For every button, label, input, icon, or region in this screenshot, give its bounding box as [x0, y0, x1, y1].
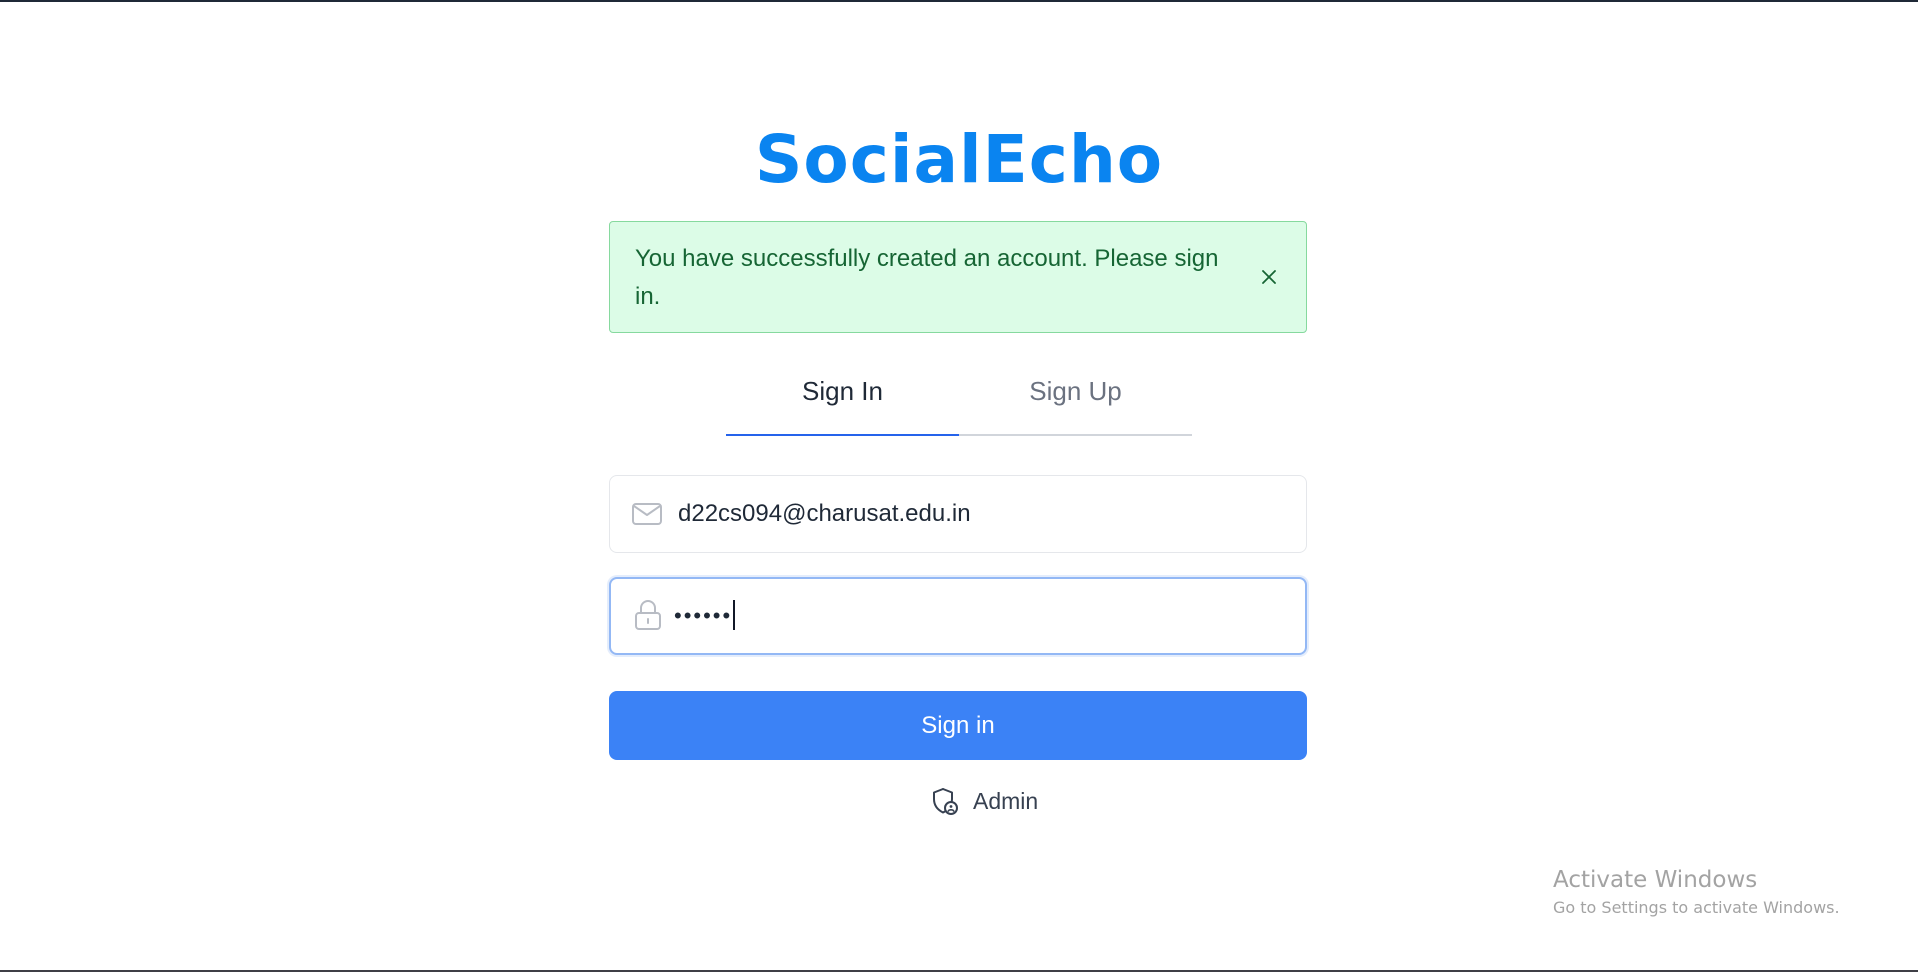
- password-dots: ••••••: [674, 603, 733, 628]
- auth-tabs: Sign In Sign Up: [726, 364, 1192, 436]
- admin-label: Admin: [973, 788, 1039, 814]
- app-logo: SocialEcho: [754, 121, 1164, 198]
- mail-icon: [632, 503, 662, 525]
- windows-activation-watermark: Activate Windows Go to Settings to activ…: [1553, 865, 1840, 921]
- watermark-subtitle: Go to Settings to activate Windows.: [1553, 898, 1840, 917]
- password-field[interactable]: ••••••: [609, 577, 1307, 655]
- password-value: ••••••: [674, 579, 736, 653]
- top-border: [0, 0, 1918, 2]
- sign-in-button[interactable]: Sign in: [609, 691, 1307, 760]
- active-tab-indicator: [726, 434, 959, 436]
- alert-message: You have successfully created an account…: [635, 245, 1219, 310]
- text-caret: [733, 600, 736, 631]
- tab-sign-in[interactable]: Sign In: [726, 364, 959, 434]
- email-field[interactable]: d22cs094@charusat.edu.in: [609, 475, 1307, 553]
- success-alert: You have successfully created an account…: [609, 221, 1307, 333]
- tab-sign-up[interactable]: Sign Up: [959, 364, 1192, 434]
- close-icon[interactable]: [1256, 264, 1282, 290]
- shield-user-icon: [933, 788, 958, 815]
- watermark-title: Activate Windows: [1553, 867, 1758, 893]
- lock-icon: [635, 600, 661, 630]
- email-value: d22cs094@charusat.edu.in: [678, 500, 971, 527]
